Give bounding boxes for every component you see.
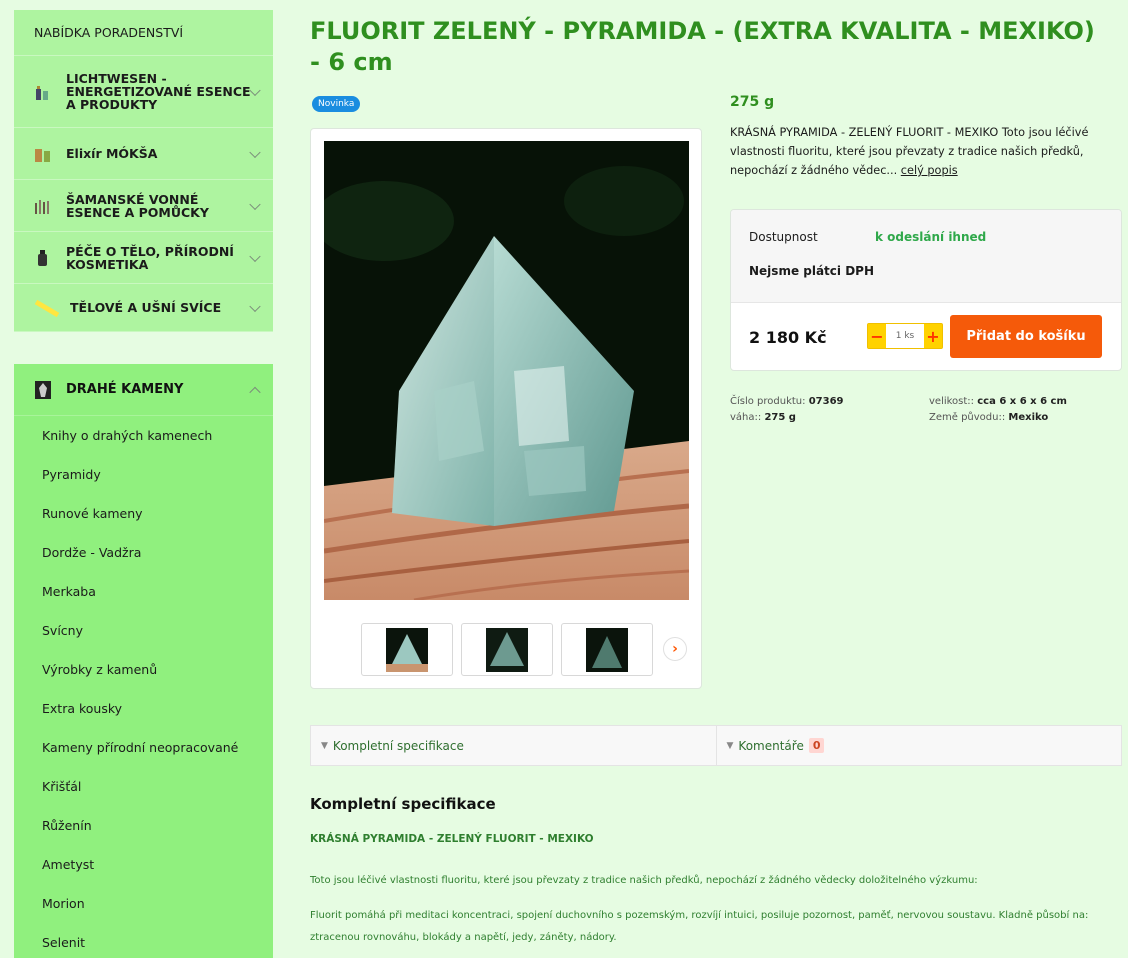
vat-note: Nejsme plátci DPH [749,264,874,278]
crystal-icon [34,380,52,400]
menu-item-label: Elixír MÓKŠA [66,146,158,161]
submenu-item[interactable]: Růženín [14,806,273,845]
category-menu: NABÍDKA PORADENSTVÍ LICHTWESEN - ENERGET… [14,10,273,332]
product-meta-left: Číslo produktu: 07369 váha:: 275 g [730,394,844,426]
product-thumbnail[interactable] [461,623,553,676]
specification-subheading: KRÁSNÁ PYRAMIDA - ZELENÝ FLUORIT - MEXIK… [310,833,594,845]
product-thumbnail[interactable] [361,623,453,676]
submenu-item[interactable]: Ametyst [14,845,273,884]
chevron-down-icon: ▼ [321,740,328,751]
product-thumbnail[interactable] [561,623,653,676]
size-label: velikost:: [929,396,975,407]
product-title: FLUORIT ZELENÝ - PYRAMIDA - (EXTRA KVALI… [310,17,1095,76]
submenu-item[interactable]: Morion [14,884,273,923]
submenu-item[interactable]: Knihy o drahých kamenech [14,416,273,455]
full-description-link[interactable]: celý popis [901,164,958,177]
product-tabs: ▼ Kompletní specifikace ▼ Komentáře 0 [310,725,1122,766]
submenu-item[interactable]: Křišťál [14,767,273,806]
submenu-item[interactable]: Kameny přírodní neopracované [14,728,273,767]
menu-item-lichtwesen[interactable]: LICHTWESEN - ENERGETIZOVANÉ ESENCE A PRO… [14,56,273,128]
menu-item-drahe-kameny[interactable]: DRAHÉ KAMENY [14,364,273,416]
new-badge: Novinka [312,96,361,112]
quantity-increase-button[interactable]: + [924,324,942,348]
submenu-item[interactable]: Dordže - Vadžra [14,533,273,572]
menu-item-label: ŠAMANSKÉ VONNÉ ESENCE a POMŮCKY [66,191,209,220]
product-weight: 275 g [730,94,775,110]
weight-value: 275 g [764,412,796,423]
chevron-up-icon[interactable] [249,386,261,398]
quantity-stepper: − 1 ks + [867,323,943,349]
buy-box: Dostupnost k odeslání ihned Nejsme plátc… [730,209,1122,371]
add-to-cart-button[interactable]: Přidat do košíku [950,315,1102,358]
menu-item-samanske[interactable]: ŠAMANSKÉ VONNÉ ESENCE a POMŮCKY [14,180,273,232]
candle-icon [34,299,60,317]
quantity-input[interactable]: 1 ks [886,324,924,348]
sidebar: NABÍDKA PORADENSTVÍ LICHTWESEN - ENERGET… [14,10,273,332]
menu-item-label: PÉČE O TĚLO, PŘÍRODNÍ KOSMETIKA [66,243,234,272]
menu-item-elixir[interactable]: Elixír MÓKŠA [14,128,273,180]
product-main-image[interactable] [324,141,689,600]
specification-paragraph: ztracenou rovnováhu, blokády a napětí, j… [310,932,617,943]
origin-value: Mexiko [1008,412,1049,423]
product-gallery: › [310,128,702,689]
precious-stones-menu: DRAHÉ KAMENY Knihy o drahých kamenech Py… [14,364,273,958]
submenu-item[interactable]: Pyramidy [14,455,273,494]
specification-paragraph: Fluorit pomáhá při meditaci koncentraci,… [310,910,1089,921]
comments-count-badge: 0 [808,738,825,753]
menu-item-label: LICHTWESEN - ENERGETIZOVANÉ ESENCE A PRO… [66,71,251,112]
elixir-bottles-icon [34,145,52,163]
menu-item-poradenstvi[interactable]: NABÍDKA PORADENSTVÍ [14,10,273,56]
menu-item-label: DRAHÉ KAMENY [66,382,184,397]
submenu-item[interactable]: Runové kameny [14,494,273,533]
chevron-down-icon: ▼ [726,740,734,751]
tab-comments[interactable]: ▼ Komentáře 0 [715,726,1122,765]
availability-panel: Dostupnost k odeslání ihned Nejsme plátc… [731,210,1121,303]
submenu-item[interactable]: Selenit [14,923,273,958]
product-short-description: KRÁSNÁ PYRAMIDA - ZELENÝ FLUORIT - MEXIK… [730,123,1122,180]
tab-specification[interactable]: ▼ Kompletní specifikace [311,726,716,765]
submenu-item[interactable]: Merkaba [14,572,273,611]
weight-label: váha:: [730,412,762,423]
product-code-label: Číslo produktu: [730,396,806,407]
menu-item-svice[interactable]: TĚLOVÉ A UŠNÍ SVÍCE [14,284,273,332]
submenu-item[interactable]: Extra kousky [14,689,273,728]
product-price: 2 180 Kč [749,328,827,347]
product-meta-right: velikost:: cca 6 x 6 x 6 cm Země původu:… [929,394,1067,426]
quantity-decrease-button[interactable]: − [868,324,886,348]
submenu-item[interactable]: Svícny [14,611,273,650]
essence-bottles-icon [34,197,52,215]
size-value: cca 6 x 6 x 6 cm [977,396,1067,407]
tab-label: Kompletní specifikace [332,738,464,753]
submenu-item[interactable]: Výrobky z kamenů [14,650,273,689]
origin-label: Země původu:: [929,412,1006,423]
chevron-right-icon[interactable]: › [663,637,687,661]
tab-label: Komentáře [738,738,804,753]
specification-heading: Kompletní specifikace [310,795,496,813]
cosmetics-bottle-icon [34,249,52,267]
menu-item-label: NABÍDKA PORADENSTVÍ [34,25,184,40]
availability-label: Dostupnost [749,230,818,244]
menu-item-pece[interactable]: PÉČE O TĚLO, PŘÍRODNÍ KOSMETIKA [14,232,273,284]
bottles-icon [34,83,52,101]
menu-item-label: TĚLOVÉ A UŠNÍ SVÍCE [70,300,222,315]
specification-paragraph: Toto jsou léčivé vlastnosti fluoritu, kt… [310,875,978,886]
product-code-value: 07369 [808,396,844,407]
availability-value: k odeslání ihned [875,230,987,244]
